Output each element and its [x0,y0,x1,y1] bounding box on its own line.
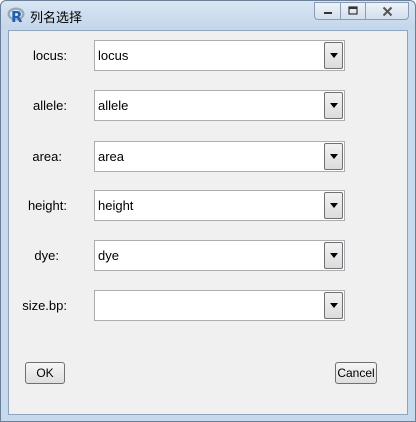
dialog-window: R 列名选择 locus: locus allele: allele area:… [0,0,416,422]
dye-label: dye: [34,248,59,263]
locus-combobox[interactable]: locus [94,40,345,71]
size-bp-combobox[interactable] [94,290,345,321]
chevron-down-icon [329,53,338,58]
chevron-down-icon [329,253,338,258]
chevron-down-icon [329,203,338,208]
allele-dropdown-button[interactable] [324,92,343,119]
allele-combobox-value: allele [98,98,129,113]
title-bar[interactable]: R 列名选择 [1,1,415,29]
maximize-button[interactable] [340,2,365,20]
svg-text:R: R [11,8,23,25]
allele-combobox[interactable]: allele [94,90,345,121]
maximize-icon [348,6,358,15]
allele-label: allele: [33,98,67,113]
window-title: 列名选择 [30,11,83,26]
close-icon [382,6,392,16]
area-label: area: [32,149,62,164]
cancel-button[interactable]: Cancel [335,362,377,384]
size-bp-dropdown-button[interactable] [324,292,343,319]
area-dropdown-button[interactable] [324,143,343,170]
dye-combobox-value: dye [98,248,119,263]
dialog-body: locus: locus allele: allele area: area h… [8,30,408,415]
close-button[interactable] [365,2,409,20]
minimize-button[interactable] [314,2,340,20]
height-label: height: [27,198,67,213]
locus-dropdown-button[interactable] [324,42,343,69]
size-bp-label: size.bp: [22,298,67,313]
ok-button[interactable]: OK [25,362,65,384]
chevron-down-icon [329,303,338,308]
area-combobox-value: area [98,149,125,164]
r-logo-icon: R [7,7,25,25]
height-combobox-value: height [98,198,134,213]
height-dropdown-button[interactable] [324,192,343,219]
locus-label: locus: [33,48,67,63]
minimize-icon [323,12,332,14]
chevron-down-icon [329,154,338,159]
window-controls [314,2,409,21]
chevron-down-icon [329,103,338,108]
area-combobox[interactable]: area [94,141,345,172]
dye-combobox[interactable]: dye [94,240,345,271]
height-combobox[interactable]: height [94,190,345,221]
locus-combobox-value: locus [98,48,129,63]
dye-dropdown-button[interactable] [324,242,343,269]
